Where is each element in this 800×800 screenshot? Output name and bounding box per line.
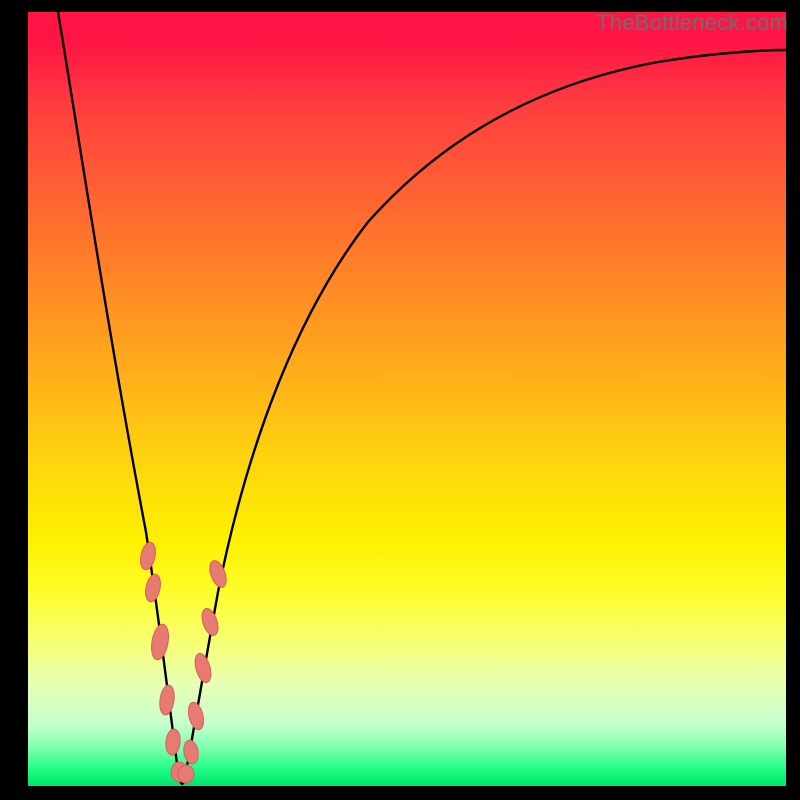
marker (158, 684, 176, 716)
marker (186, 701, 206, 732)
marker (192, 652, 214, 685)
marker (207, 558, 230, 589)
marker-group (138, 541, 229, 783)
watermark-text: TheBottleneck.com (596, 10, 788, 36)
bottleneck-curve (58, 12, 786, 784)
marker (182, 739, 200, 765)
marker (149, 623, 171, 661)
chart-frame: TheBottleneck.com (0, 0, 800, 800)
marker (143, 573, 163, 603)
marker (199, 607, 221, 638)
marker (138, 541, 158, 571)
marker (165, 728, 182, 755)
curve-layer (28, 12, 786, 786)
marker (178, 765, 194, 783)
plot-area (28, 12, 786, 786)
